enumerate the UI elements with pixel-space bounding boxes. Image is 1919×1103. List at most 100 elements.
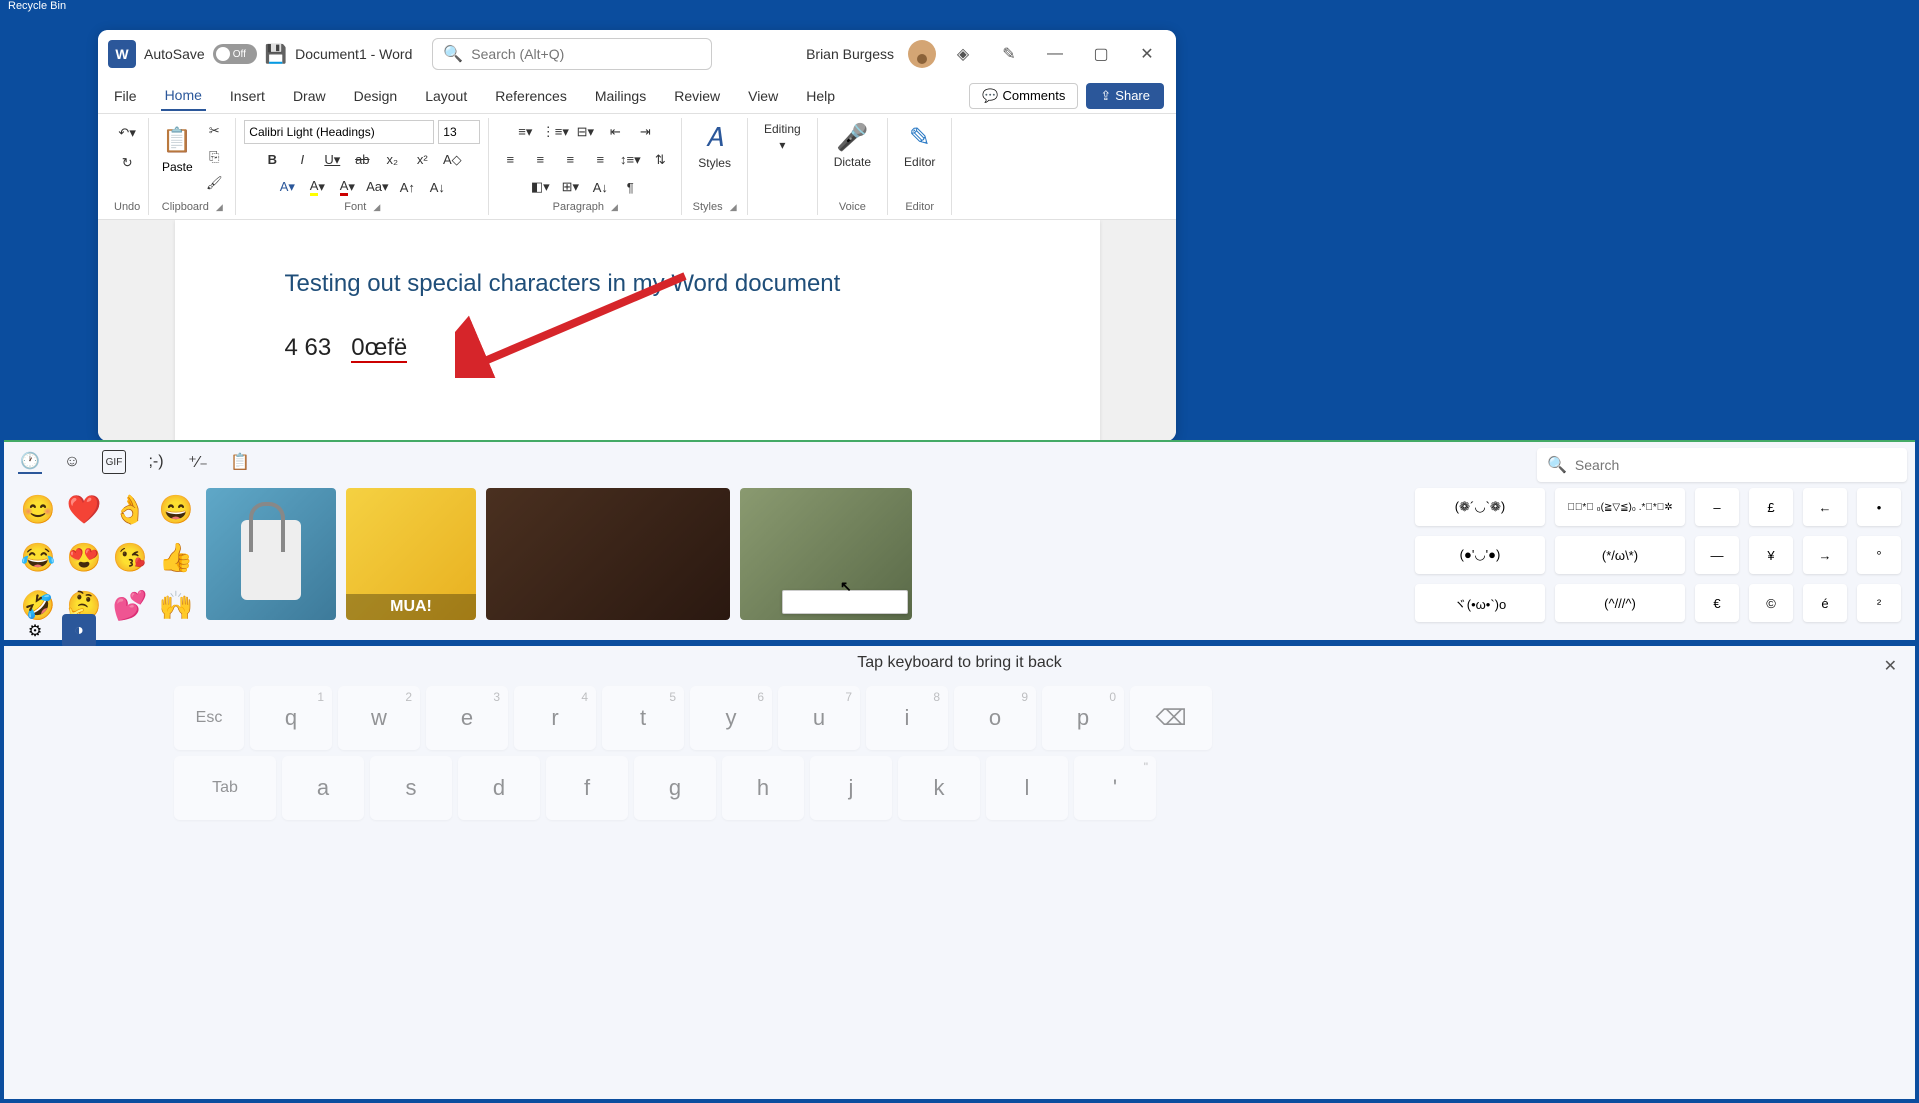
underline-button[interactable]: U▾: [319, 147, 345, 173]
font-name-select[interactable]: [244, 120, 434, 144]
menu-references[interactable]: References: [491, 82, 571, 110]
key-d[interactable]: d: [458, 756, 540, 820]
numbering-icon[interactable]: ⋮≡▾: [542, 119, 568, 145]
show-marks-icon[interactable]: ¶: [617, 174, 643, 200]
diamond-icon[interactable]: ◈: [944, 35, 982, 73]
subscript-button[interactable]: x₂: [379, 147, 405, 173]
gif-tile[interactable]: [486, 488, 730, 620]
minimize-button[interactable]: —: [1036, 35, 1074, 73]
shading-icon[interactable]: ◧▾: [527, 174, 553, 200]
key-h[interactable]: h: [722, 756, 804, 820]
emoji-item[interactable]: 😘: [110, 536, 150, 578]
tab-emoji[interactable]: ☺: [60, 450, 84, 474]
emoji-item[interactable]: 👍: [156, 536, 196, 578]
search-input[interactable]: [471, 46, 701, 62]
pen-icon[interactable]: ✎: [990, 35, 1028, 73]
symbol-item[interactable]: °: [1857, 536, 1901, 574]
editing-button[interactable]: Editing ▾: [756, 118, 809, 156]
emoji-item[interactable]: 😊: [18, 488, 58, 530]
key-'[interactable]: '": [1074, 756, 1156, 820]
align-right-icon[interactable]: ≡: [557, 147, 583, 173]
key-e[interactable]: e3: [426, 686, 508, 750]
key-i[interactable]: i8: [866, 686, 948, 750]
emoji-item[interactable]: 😍: [64, 536, 104, 578]
line-spacing-icon[interactable]: ↕≡▾: [617, 147, 643, 173]
key-a[interactable]: a: [282, 756, 364, 820]
key-Tab[interactable]: Tab: [174, 756, 276, 820]
decrease-indent-icon[interactable]: ⇤: [602, 119, 628, 145]
highlight-icon[interactable]: A▾: [304, 174, 330, 200]
increase-indent-icon[interactable]: ⇥: [632, 119, 658, 145]
share-button[interactable]: ⇪ Share: [1086, 83, 1164, 109]
justify-icon[interactable]: ≡: [587, 147, 613, 173]
key-s[interactable]: s: [370, 756, 452, 820]
format-painter-icon[interactable]: 🖌: [201, 170, 227, 196]
key-q[interactable]: q1: [250, 686, 332, 750]
symbol-item[interactable]: €: [1695, 584, 1739, 622]
key-g[interactable]: g: [634, 756, 716, 820]
text-effects-icon[interactable]: A▾: [274, 174, 300, 200]
borders-icon[interactable]: ⊞▾: [557, 174, 583, 200]
gif-tile[interactable]: MUA!: [346, 488, 476, 620]
change-case-icon[interactable]: Aa▾: [364, 174, 390, 200]
emoji-item[interactable]: 😂: [18, 536, 58, 578]
symbol-item[interactable]: ©: [1749, 584, 1793, 622]
gif-tile[interactable]: [206, 488, 336, 620]
symbol-item[interactable]: →: [1803, 536, 1847, 574]
menu-view[interactable]: View: [744, 82, 782, 110]
autosave-toggle[interactable]: Off: [213, 44, 257, 64]
symbol-item[interactable]: ²: [1857, 584, 1901, 622]
key-w[interactable]: w2: [338, 686, 420, 750]
key-y[interactable]: y6: [690, 686, 772, 750]
kaomoji-item[interactable]: ✲ﾟ*｡ ₀(≧▽≦)₀ .*｡*ﾟ✲: [1555, 488, 1685, 526]
sort-icon[interactable]: ⇅: [647, 147, 673, 173]
undo-icon[interactable]: ↶▾: [114, 120, 140, 146]
panel-search[interactable]: 🔍: [1537, 448, 1907, 482]
bullets-icon[interactable]: ≡▾: [512, 119, 538, 145]
emoji-item[interactable]: 🙌: [156, 584, 196, 626]
key-j[interactable]: j: [810, 756, 892, 820]
menu-insert[interactable]: Insert: [226, 82, 269, 110]
styles-button[interactable]: 𝐴 Styles: [690, 118, 739, 174]
kaomoji-item[interactable]: (^///^): [1555, 584, 1685, 622]
copy-icon[interactable]: ⎘: [201, 144, 227, 170]
redo-icon[interactable]: ↻: [114, 150, 140, 176]
tab-clipboard[interactable]: 📋: [228, 450, 252, 474]
menu-mailings[interactable]: Mailings: [591, 82, 650, 110]
kaomoji-item[interactable]: (●'◡'●): [1415, 536, 1545, 574]
avatar[interactable]: [908, 40, 936, 68]
symbol-item[interactable]: ¥: [1749, 536, 1793, 574]
shrink-font-icon[interactable]: A↓: [424, 174, 450, 200]
emoji-item[interactable]: ❤️: [64, 488, 104, 530]
key-l[interactable]: l: [986, 756, 1068, 820]
key-o[interactable]: o9: [954, 686, 1036, 750]
menu-layout[interactable]: Layout: [421, 82, 471, 110]
italic-button[interactable]: I: [289, 147, 315, 173]
document-area[interactable]: Testing out special characters in my Wor…: [98, 220, 1176, 441]
key-f[interactable]: f: [546, 756, 628, 820]
kaomoji-item[interactable]: (❁´◡`❁): [1415, 488, 1545, 526]
close-button[interactable]: ✕: [1128, 35, 1166, 73]
strike-button[interactable]: ab: [349, 147, 375, 173]
kaomoji-item[interactable]: (*/ω\*): [1555, 536, 1685, 574]
panel-mode-icon[interactable]: ◑: [62, 614, 96, 648]
comments-button[interactable]: 💬 Comments: [969, 83, 1078, 109]
page[interactable]: Testing out special characters in my Wor…: [175, 220, 1100, 441]
panel-search-input[interactable]: [1575, 457, 1897, 473]
emoji-item[interactable]: 👌: [110, 488, 150, 530]
multilevel-icon[interactable]: ⊟▾: [572, 119, 598, 145]
menu-review[interactable]: Review: [670, 82, 724, 110]
maximize-button[interactable]: ▢: [1082, 35, 1120, 73]
menu-design[interactable]: Design: [350, 82, 402, 110]
key-k[interactable]: k: [898, 756, 980, 820]
menu-help[interactable]: Help: [802, 82, 839, 110]
symbol-item[interactable]: ←: [1803, 488, 1847, 526]
tab-gif[interactable]: GIF: [102, 450, 126, 474]
emoji-item[interactable]: 💕: [110, 584, 150, 626]
key-Esc[interactable]: Esc: [174, 686, 244, 750]
keyboard-hint[interactable]: Tap keyboard to bring it back: [4, 646, 1915, 680]
symbol-item[interactable]: •: [1857, 488, 1901, 526]
dictate-button[interactable]: 🎤 Dictate: [826, 118, 879, 173]
clear-format-icon[interactable]: A◇: [439, 147, 465, 173]
tab-symbols[interactable]: ⁺⁄₋: [186, 450, 210, 474]
